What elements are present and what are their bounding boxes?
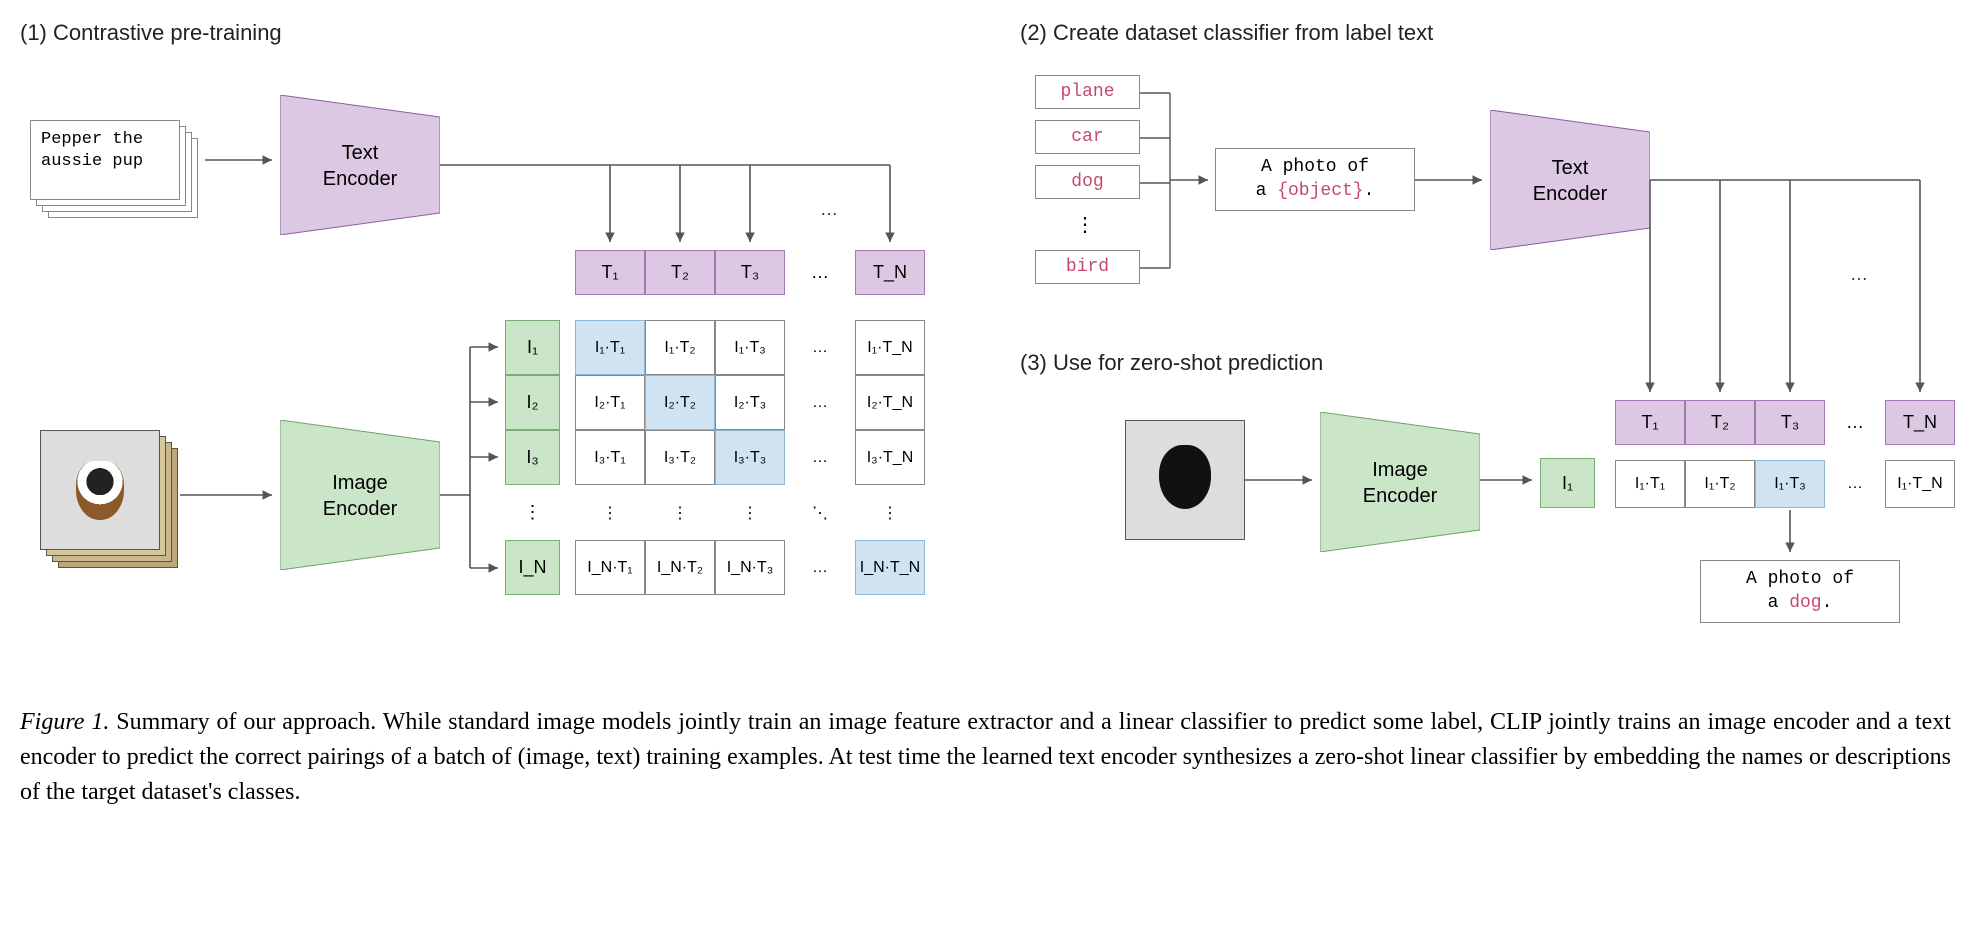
panel3-wires	[20, 20, 1951, 660]
figure-number: Figure 1.	[20, 709, 109, 735]
figure-caption: Figure 1. Summary of our approach. While…	[20, 705, 1951, 809]
clip-overview-diagram: (1) Contrastive pre-training (2) Create …	[20, 20, 1951, 670]
caption-text: Summary of our approach. While standard …	[20, 709, 1951, 805]
